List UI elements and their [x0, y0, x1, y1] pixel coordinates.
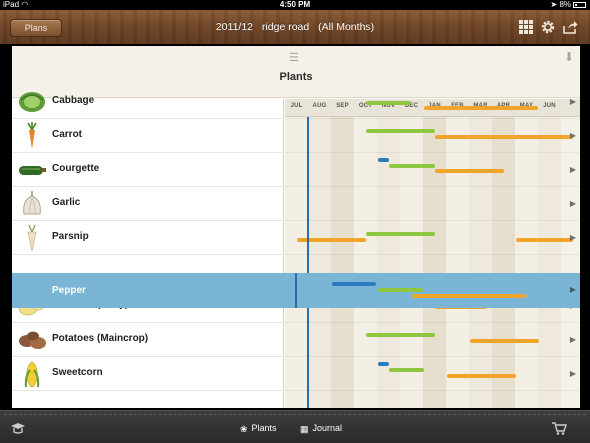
indoor-sow-bar [332, 282, 376, 286]
status-bar: iPad ◠ 4:50 PM ➤ 8% [0, 0, 590, 10]
season-label: 2011/12 [215, 21, 254, 33]
calendar-icon: ▦ [300, 423, 309, 434]
plant-list[interactable]: Cabbage Carrot Courgette Garlic Parsnip … [12, 92, 284, 408]
list-item-cabbage[interactable]: Cabbage [12, 85, 284, 119]
plant-name: Cabbage [52, 95, 95, 106]
plant-name: Potatoes (Maincrop) [52, 333, 149, 344]
harvest-bar [516, 238, 573, 242]
clock: 4:50 PM [279, 0, 311, 9]
list-item-potatoes-maincrop[interactable]: Potatoes (Maincrop) [12, 323, 284, 357]
plan-title[interactable]: 2011/12 ridge road (All Months) [150, 19, 440, 35]
tab-plants[interactable]: ❀ Plants [240, 420, 277, 436]
share-icon[interactable] [562, 19, 578, 35]
sow-bar [366, 101, 411, 105]
sow-bar [389, 368, 424, 372]
carrot-icon [27, 122, 37, 149]
list-item-carrot[interactable]: Carrot [12, 119, 284, 153]
garlic-icon [23, 191, 41, 215]
plot-label: ridge road [261, 21, 310, 33]
chevron-right-icon[interactable]: ▶ [570, 131, 576, 140]
chevron-right-icon[interactable]: ▶ [570, 199, 576, 208]
sow-bar [378, 288, 423, 292]
plant-name: Carrot [52, 129, 83, 140]
calendar-row-sweetcorn[interactable]: ▶ [285, 357, 580, 391]
list-item-garlic[interactable]: Garlic [12, 187, 284, 221]
chevron-right-icon[interactable]: ▶ [570, 369, 576, 378]
planting-calendar[interactable]: JUL AUG SEP OCT NOV DEC JAN FEB MAR APR … [285, 97, 580, 408]
learn-icon[interactable] [10, 420, 26, 436]
app-root: iPad ◠ 4:50 PM ➤ 8% Plans 2011/12 ridge … [0, 0, 590, 443]
plant-name: Pepper [52, 285, 86, 296]
calendar-row-cabbage[interactable]: ▶ [285, 85, 580, 119]
chevron-right-icon[interactable]: ▶ [570, 165, 576, 174]
sow-bar [389, 164, 435, 168]
sow-bar [366, 129, 435, 133]
location-icon: ➤ [550, 0, 558, 9]
drag-handle-icon[interactable]: ☰ [289, 51, 299, 64]
indoor-sow-bar [378, 158, 389, 162]
battery-indicator: ➤ 8% [550, 0, 586, 10]
list-item-sweetcorn[interactable]: Sweetcorn [12, 357, 284, 391]
harvest-bar [435, 135, 573, 139]
tab-label: Journal [312, 423, 343, 433]
parsnip-icon [27, 224, 37, 252]
calendar-row-parsnip[interactable]: ▶ [285, 221, 580, 255]
bottom-tab-bar: ❀ Plants ▦ Journal [0, 410, 590, 443]
grid-icon[interactable] [518, 19, 534, 35]
list-item-parsnip[interactable]: Parsnip [12, 221, 284, 255]
plant-name: Sweetcorn [52, 367, 103, 378]
battery-icon [573, 2, 586, 8]
chevron-right-icon[interactable]: ▶ [570, 285, 576, 294]
flower-icon: ❀ [240, 423, 248, 434]
harvest-bar [435, 169, 504, 173]
tab-journal[interactable]: ▦ Journal [300, 420, 342, 436]
potato-maincrop-icon [19, 331, 46, 349]
courgette-icon [19, 166, 46, 175]
chevron-right-icon[interactable]: ▶ [570, 335, 576, 344]
top-toolbar: Plans 2011/12 ridge road (All Months) [0, 10, 590, 44]
panel-title: Plants [279, 71, 313, 83]
plants-panel: ☰ ⬇ Plants Cabbage Carrot Courgette Garl… [12, 46, 580, 408]
sow-bar [366, 333, 435, 337]
harvest-bar [412, 294, 526, 298]
list-item-pepper-selected[interactable]: Pepper ▶ [12, 273, 580, 308]
plant-name: Courgette [52, 163, 100, 174]
gear-icon[interactable] [540, 19, 556, 35]
calendar-row-potatoes-maincrop[interactable]: ▶ [285, 323, 580, 357]
chevron-right-icon[interactable]: ▶ [570, 97, 576, 106]
cart-icon[interactable] [551, 420, 567, 436]
month-filter-label: (All Months) [318, 21, 375, 33]
plant-name: Garlic [52, 197, 81, 208]
download-arrow-icon[interactable]: ⬇ [564, 50, 574, 64]
harvest-bar [447, 374, 516, 378]
harvest-bar [424, 106, 538, 110]
sow-bar [366, 232, 435, 236]
plant-name: Parsnip [52, 231, 89, 242]
chevron-right-icon[interactable]: ▶ [570, 233, 576, 242]
indoor-sow-bar [378, 362, 389, 366]
calendar-row-courgette[interactable]: ▶ [285, 153, 580, 187]
calendar-row-garlic[interactable]: ▶ [285, 187, 580, 221]
calendar-row-carrot[interactable]: ▶ [285, 119, 580, 153]
cabbage-icon [19, 92, 45, 112]
plans-button[interactable]: Plans [10, 19, 62, 37]
list-item-courgette[interactable]: Courgette [12, 153, 284, 187]
tab-label: Plants [251, 423, 277, 433]
harvest-bar [470, 339, 539, 343]
today-marker [295, 273, 297, 308]
sweetcorn-icon [24, 361, 40, 388]
today-marker [307, 117, 309, 408]
